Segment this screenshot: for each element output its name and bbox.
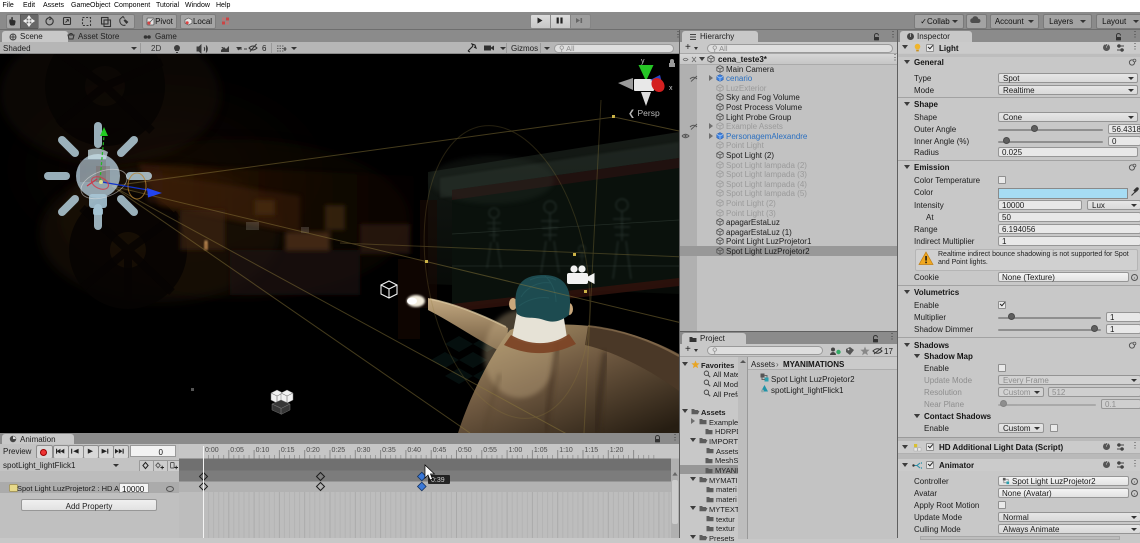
svg-text:0:39: 0:39 <box>431 477 445 484</box>
svg-text:y: y <box>641 58 645 65</box>
svg-text:❮ Persp: ❮ Persp <box>628 108 660 119</box>
svg-text:x: x <box>669 85 673 92</box>
